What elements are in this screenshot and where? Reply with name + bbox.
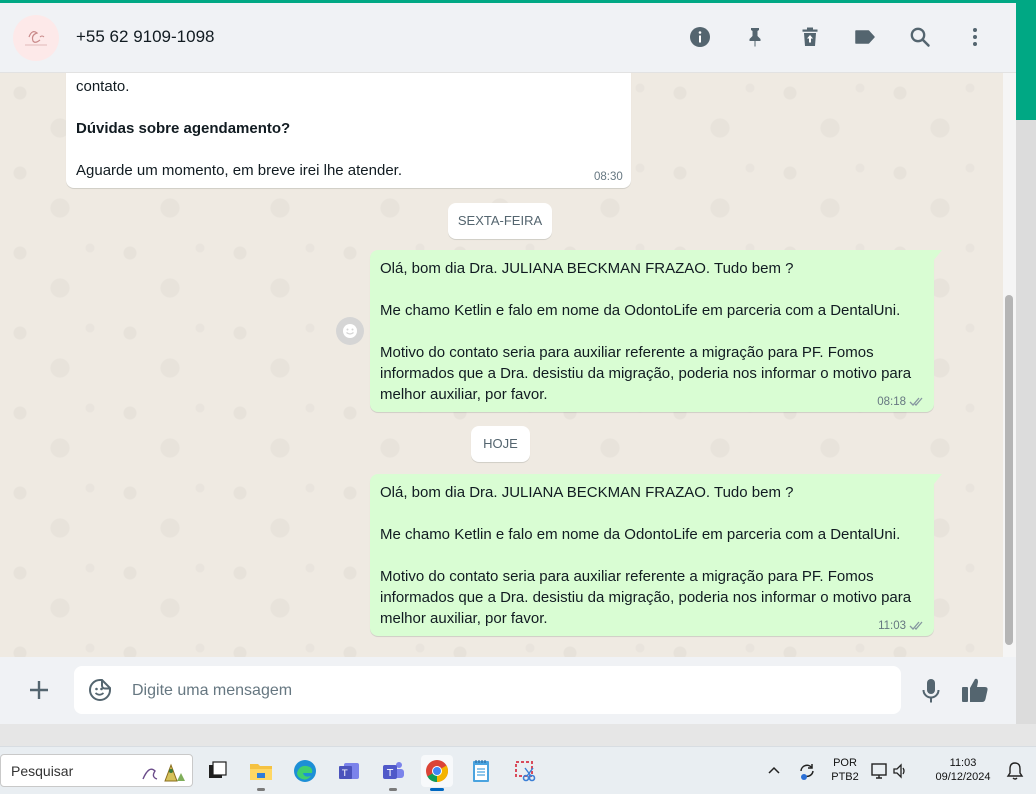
- date-separator: SEXTA-FEIRA: [448, 203, 552, 239]
- contact-avatar[interactable]: [13, 15, 59, 61]
- tray-network-volume[interactable]: [870, 755, 910, 787]
- tray-keyboard-layout: PTB2: [831, 771, 859, 783]
- sticker-icon[interactable]: [88, 678, 112, 702]
- taskbar-search[interactable]: Pesquisar: [0, 754, 193, 787]
- pin-icon[interactable]: [743, 25, 767, 49]
- window-accent-right: [1016, 0, 1036, 120]
- label-icon[interactable]: [853, 25, 877, 49]
- contact-name[interactable]: +55 62 9109-1098: [76, 27, 215, 47]
- tray-language-code: POR: [833, 757, 857, 769]
- date-separator: HOJE: [471, 426, 530, 462]
- message-composer: [0, 657, 1016, 724]
- taskbar-chrome-icon[interactable]: [421, 755, 453, 791]
- thumbs-up-icon[interactable]: [960, 675, 990, 705]
- tray-sync-icon[interactable]: [794, 755, 820, 787]
- taskbar-teams-classic-icon[interactable]: T: [333, 755, 365, 787]
- message-meta: 11:03: [878, 620, 926, 632]
- delete-icon[interactable]: [798, 25, 822, 49]
- message-input-box[interactable]: [74, 666, 901, 716]
- read-ticks-icon: [909, 621, 923, 630]
- active-indicator: [430, 788, 444, 791]
- message-cropped-line: [76, 75, 506, 81]
- read-ticks-icon: [909, 397, 923, 406]
- incoming-message[interactable]: contato. Dúvidas sobre agendamento? Agua…: [66, 73, 631, 188]
- search-highlight-icon: [142, 763, 185, 782]
- chat-scrollbar-thumb[interactable]: [1005, 295, 1013, 645]
- message-time: 11:03: [878, 620, 906, 632]
- message-text-bold: Dúvidas sobre agendamento?: [76, 120, 291, 137]
- taskbar-file-explorer-icon[interactable]: [245, 755, 277, 791]
- tray-notifications-icon[interactable]: [1002, 755, 1028, 787]
- reaction-emoji-icon[interactable]: [336, 317, 364, 345]
- message-paragraph: Me chamo Ketlin e falo em nome da Odonto…: [380, 302, 901, 319]
- svg-text:T: T: [386, 768, 394, 779]
- running-indicator: [389, 788, 397, 791]
- tray-date: 09/12/2024: [935, 771, 991, 783]
- menu-icon[interactable]: [963, 25, 987, 49]
- running-indicator: [257, 788, 265, 791]
- message-paragraph: Motivo do contato seria para auxiliar re…: [380, 344, 912, 403]
- chat-area[interactable]: contato. Dúvidas sobre agendamento? Agua…: [0, 73, 1016, 657]
- message-time: 08:30: [594, 171, 623, 183]
- tray-clock[interactable]: 11:03 09/12/2024: [926, 756, 1000, 784]
- avatar-logo-icon: [25, 31, 47, 46]
- message-input[interactable]: [130, 666, 874, 716]
- message-paragraph: Olá, bom dia Dra. JULIANA BECKMAN FRAZAO…: [380, 484, 794, 501]
- message-paragraph: Me chamo Ketlin e falo em nome da Odonto…: [380, 526, 901, 543]
- search-icon[interactable]: [908, 25, 932, 49]
- attach-plus-icon[interactable]: [27, 678, 51, 702]
- taskbar-teams-icon[interactable]: T: [377, 755, 409, 791]
- svg-text:T: T: [341, 769, 348, 779]
- microphone-icon[interactable]: [919, 677, 943, 705]
- message-meta: 08:18: [877, 396, 926, 408]
- tray-language[interactable]: POR PTB2: [828, 756, 862, 784]
- outgoing-message[interactable]: Olá, bom dia Dra. JULIANA BECKMAN FRAZAO…: [370, 474, 942, 636]
- background-strip: [1016, 120, 1036, 745]
- taskbar-snipping-tool-icon[interactable]: [509, 755, 541, 787]
- tray-overflow-chevron-icon[interactable]: [762, 755, 786, 787]
- tray-time: 11:03: [949, 757, 977, 769]
- bubble-tail: [934, 250, 942, 260]
- bubble-tail: [934, 474, 942, 484]
- taskbar-notepad-icon[interactable]: [465, 755, 497, 787]
- taskbar-edge-icon[interactable]: [289, 755, 321, 787]
- info-icon[interactable]: [688, 25, 712, 49]
- message-paragraph: Olá, bom dia Dra. JULIANA BECKMAN FRAZAO…: [380, 260, 794, 277]
- outgoing-message[interactable]: Olá, bom dia Dra. JULIANA BECKMAN FRAZAO…: [370, 250, 942, 412]
- network-volume-icon: [871, 763, 905, 779]
- taskbar-task-view-icon[interactable]: [201, 755, 233, 787]
- message-paragraph: Motivo do contato seria para auxiliar re…: [380, 568, 912, 627]
- chat-header: +55 62 9109-1098: [0, 3, 1016, 73]
- taskbar-search-label: Pesquisar: [11, 763, 74, 779]
- message-time: 08:18: [877, 396, 906, 408]
- message-text: contato.: [76, 78, 130, 95]
- windows-taskbar: Pesquisar T T POR PTB2 11:03 09/12/2024: [0, 746, 1036, 794]
- window-bottom-gap: [0, 724, 1036, 746]
- message-text: Aguarde um momento, em breve irei lhe at…: [76, 162, 403, 179]
